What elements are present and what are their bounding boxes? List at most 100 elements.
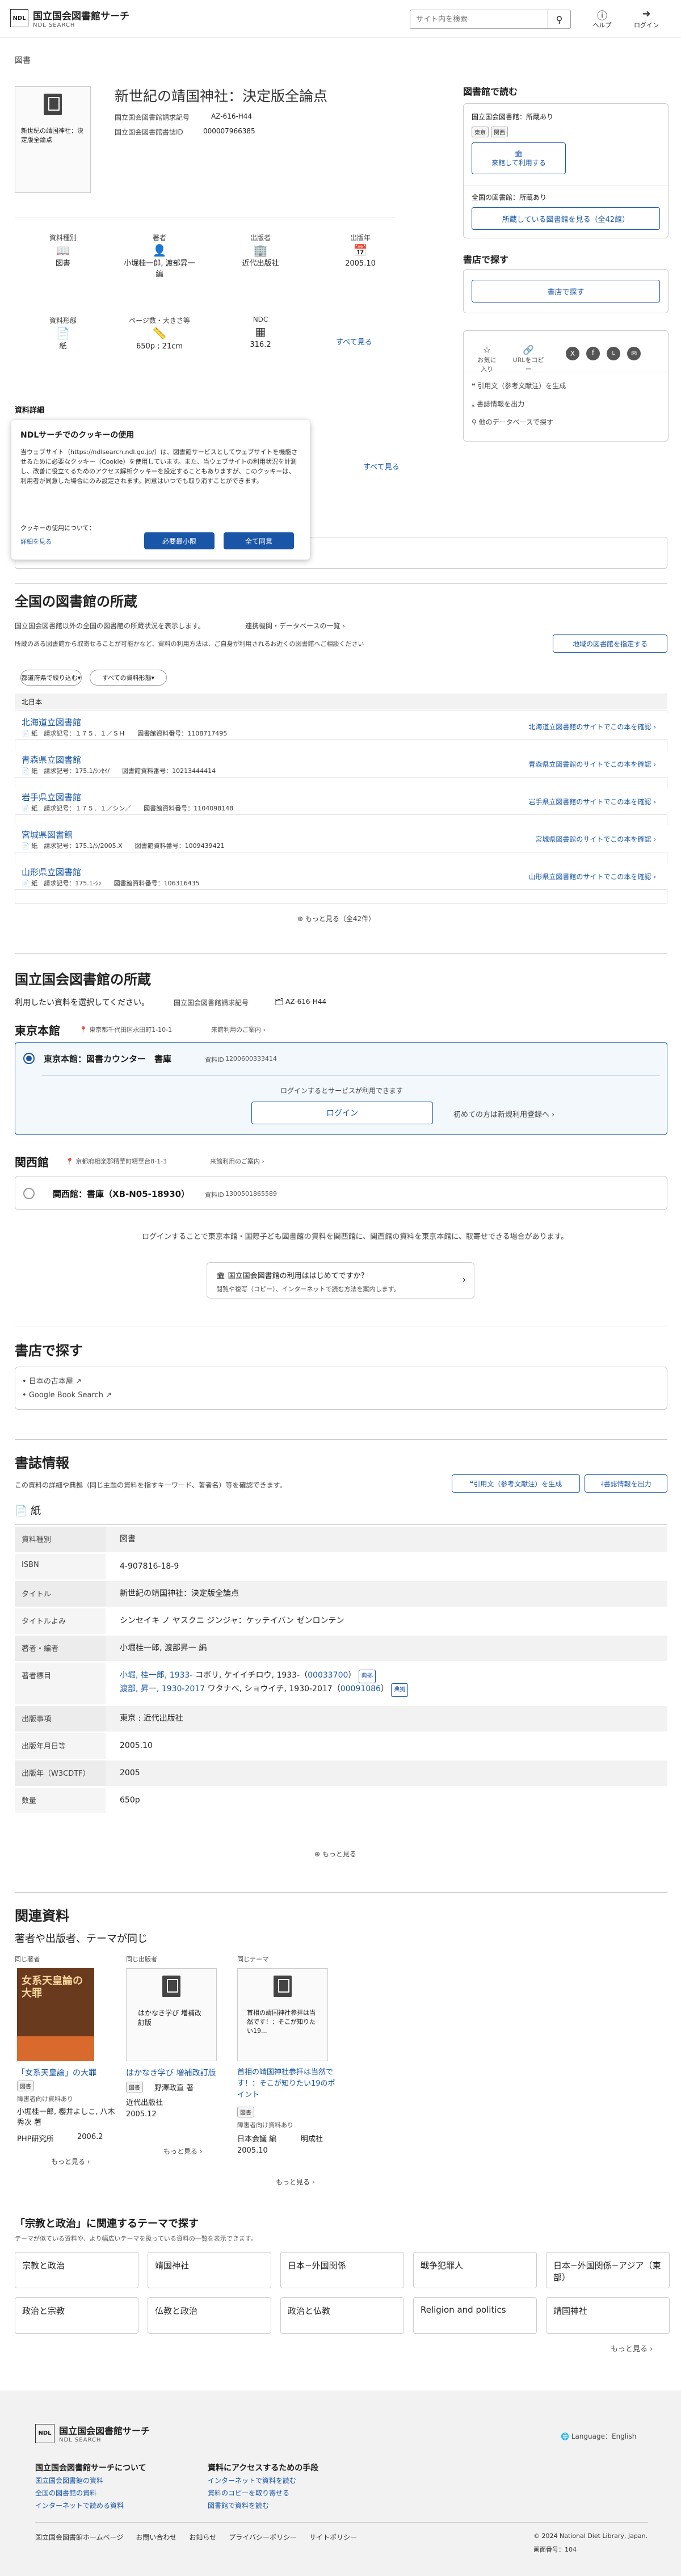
theme-chip[interactable]: 靖国神社 [148,2252,271,2288]
library-site-link[interactable]: 北海道立図書館のサイトでこの本を確認 › [528,722,656,732]
library-site-link[interactable]: 岩手県立図書館のサイトでこの本を確認 › [528,797,656,806]
related-thumbnail[interactable]: 首相の靖国神社参拝は当然です！：そこが知りたい19... [237,1968,328,2061]
cookie-agree-all-button[interactable]: 全て同意 [224,532,294,549]
select-region-button[interactable]: 地域の図書館を指定する [553,634,667,653]
theme-chip[interactable]: 日本−外国関係 [280,2252,404,2288]
other-db-link[interactable]: ⚲ 他のデータベースで探す [472,417,553,427]
footer-link[interactable]: 国立国会図書館の資料 [35,2476,103,2485]
authority-button[interactable]: 典拠 [391,1683,409,1697]
library-name[interactable]: 岩手県立図書館 [22,791,81,803]
material-filter[interactable]: すべての資料形態 ▾ [90,670,167,686]
related-title-link[interactable]: 首相の靖国神社参拝は当然です！：そこが知りたい19のポイント [237,2067,338,2101]
google-books-link[interactable]: • Google Book Search ↗ [22,1391,112,1400]
theme-chip[interactable]: Religion and politics [413,2297,537,2334]
library-name[interactable]: 山形県立図書館 [22,866,81,878]
related-title-link[interactable]: 「女系天皇論」の大罪 [17,2067,114,2078]
kansai-item-radio[interactable] [23,1188,35,1199]
theme-chip[interactable]: 仏教と政治 [148,2297,271,2334]
theme-chip[interactable]: 日本−外国関係−アジア（東部） [546,2252,670,2288]
related-thumbnail[interactable]: はかなき学び 増補改訂版 [126,1968,217,2061]
footer-link[interactable]: 図書館で資料を読む [208,2501,269,2510]
bookstore-box: 書店で探す [463,269,669,313]
related-more-label: もっと見る [276,2178,310,2186]
biblio-value[interactable]: 新世紀の靖国神社：決定版全論点 [120,1588,239,1599]
theme-chip[interactable]: 政治と宗教 [15,2297,138,2334]
footer-bottom-link[interactable]: お知らせ [189,2532,216,2542]
footer-link[interactable]: インターネットで資料を読む [208,2476,296,2485]
authority-id-link[interactable]: 00091086 [340,1684,381,1693]
line-share-icon[interactable]: L [607,347,620,360]
footer-bottom-link[interactable]: 国立国会図書館ホームページ [35,2532,123,2542]
more-libraries-link[interactable]: ⊕ もっと見る（全42件） [297,914,375,923]
related-more-link[interactable]: もっと見る › [51,2157,90,2166]
export-button[interactable]: ⤓ 書誌情報を出力 [585,1474,667,1493]
x-share-icon[interactable]: X [566,347,579,360]
view-holding-libraries-button[interactable]: 所蔵している図書館を見る（全42館） [472,207,660,230]
related-more-link[interactable]: もっと見る › [163,2146,203,2156]
visit-library-button[interactable]: 🏛 来館して利用する [472,142,566,174]
authority-button[interactable]: 典拠 [358,1670,376,1683]
login-button[interactable]: ➜ ログイン [632,8,661,30]
footer-logo[interactable]: NDL 国立国会図書館サーチ NDL SEARCH [35,2423,150,2443]
cookie-necessary-button[interactable]: 必要最小限 [144,532,215,549]
related-cover-image[interactable]: 女系天皇論の大罪 [17,1968,94,2061]
theme-chip[interactable]: 宗教と政治 [15,2252,138,2288]
theme-chip[interactable]: 靖国神社 [546,2297,670,2334]
theme-more-link[interactable]: もっと見る › [611,2343,653,2354]
export-biblio-link[interactable]: ⤓ 書誌情報を出力 [472,399,524,409]
favorite-button[interactable]: ☆ お気に入り [475,344,499,373]
footer-bottom-link[interactable]: プライバシーポリシー [229,2532,297,2542]
footer-link[interactable]: 資料のコピーを取り寄せる [208,2488,289,2498]
cite-button[interactable]: ❝ 引用文（参考文献注）を生成 [452,1474,580,1493]
see-all-link[interactable]: すべて見る [336,336,372,347]
library-name[interactable]: 宮城県図書館 [22,829,73,841]
author-heading-link[interactable]: 小堀, 桂一郎, 1933- [120,1671,192,1680]
partner-list-link[interactable]: 連携機関・データベースの一覧 › [245,621,345,631]
first-time-guide-card[interactable]: 🏛 国立国会図書館の利用ははじめてですか？ 閲覧や複写（コピー）、インターネット… [207,1262,474,1298]
related-title-link[interactable]: はかなき学び 増補改訂版 [126,2067,226,2078]
prefecture-filter[interactable]: 都道府県で絞り込む ▾ [20,670,82,686]
library-name[interactable]: 青森県立図書館 [22,754,81,766]
related-more-link[interactable]: もっと見る › [276,2177,315,2187]
tokyo-holding-card[interactable]: 東京本館：図書カウンター 書庫 資料ID 1200600333414 ログインす… [15,1042,667,1135]
biblio-value[interactable]: 東京 : 近代出版社 [120,1713,183,1724]
footer-bottom-link[interactable]: お問い合わせ [136,2532,176,2542]
related-year: 2005.12 [126,2110,157,2119]
tokyo-item-radio[interactable] [23,1053,35,1064]
copy-url-button[interactable]: 🔗 URLをコピー [511,344,545,373]
library-site-link[interactable]: 宮城県図書館のサイトでこの本を確認 › [535,834,656,844]
facebook-share-icon[interactable]: f [586,347,600,360]
kansai-holding-card[interactable]: 関西館：書庫（XB-N05-18930） 資料ID 1300501865589 [15,1176,667,1210]
biblio-key: 著者標目 [15,1663,106,1704]
tokyo-guide-link[interactable]: 来館利用のご案内 › [211,1025,266,1034]
library-site-link[interactable]: 山形県立図書館のサイトでこの本を確認 › [528,872,656,881]
site-search-input[interactable] [410,10,548,28]
search-bookstore-button[interactable]: 書店で探す [472,280,660,302]
library-row: 北海道立図書館 📄 紙 請求記号：１７５．１／ＳＨ 図書館資料番号：1108717… [15,713,667,740]
language-switch[interactable]: 🌐 Language：English [561,2431,636,2441]
national-libraries-title: 全国の図書館の所蔵 [15,594,137,610]
kansai-guide-link[interactable]: 来館利用のご案内 › [210,1157,264,1166]
library-site-link[interactable]: 青森県立図書館のサイトでこの本を確認 › [528,759,656,769]
ndl-login-button[interactable]: ログイン [251,1102,433,1124]
author-heading-link[interactable]: 渡部, 昇一, 1930-2017 [120,1684,205,1693]
authority-id-link[interactable]: 00033700 [308,1671,348,1680]
theme-chip[interactable]: 戦争犯罪人 [413,2252,537,2288]
help-button[interactable]: ⓘ ヘルプ [588,8,616,30]
material-filter-label: すべての資料形態 [102,674,152,682]
footer-bottom-link[interactable]: サイトポリシー [309,2532,357,2542]
theme-chip[interactable]: 政治と仏教 [280,2297,404,2334]
mail-share-icon[interactable]: ✉ [627,347,641,360]
biblio-key: タイトル [15,1581,106,1607]
cookie-detail-link[interactable]: 詳細を見る [20,537,52,546]
footer-link[interactable]: 全国の図書館の資料 [35,2488,96,2498]
site-logo[interactable]: NDL 国立国会図書館サーチ NDL SEARCH [10,8,129,28]
generate-citation-link[interactable]: ❝ 引用文（参考文献注）を生成 [472,381,566,390]
search-icon[interactable]: ⚲ [548,10,570,28]
library-name[interactable]: 北海道立図書館 [22,716,81,728]
footer-link[interactable]: インターネットで読める資料 [35,2501,124,2510]
kosho-link[interactable]: • 日本の古本屋 ↗ [22,1375,82,1386]
biblio-more-link[interactable]: ⊕ もっと見る [314,1849,356,1859]
see-all-detail-link[interactable]: すべて見る [363,461,400,472]
register-link[interactable]: 初めての方は新規利用登録へ › [453,1108,554,1119]
